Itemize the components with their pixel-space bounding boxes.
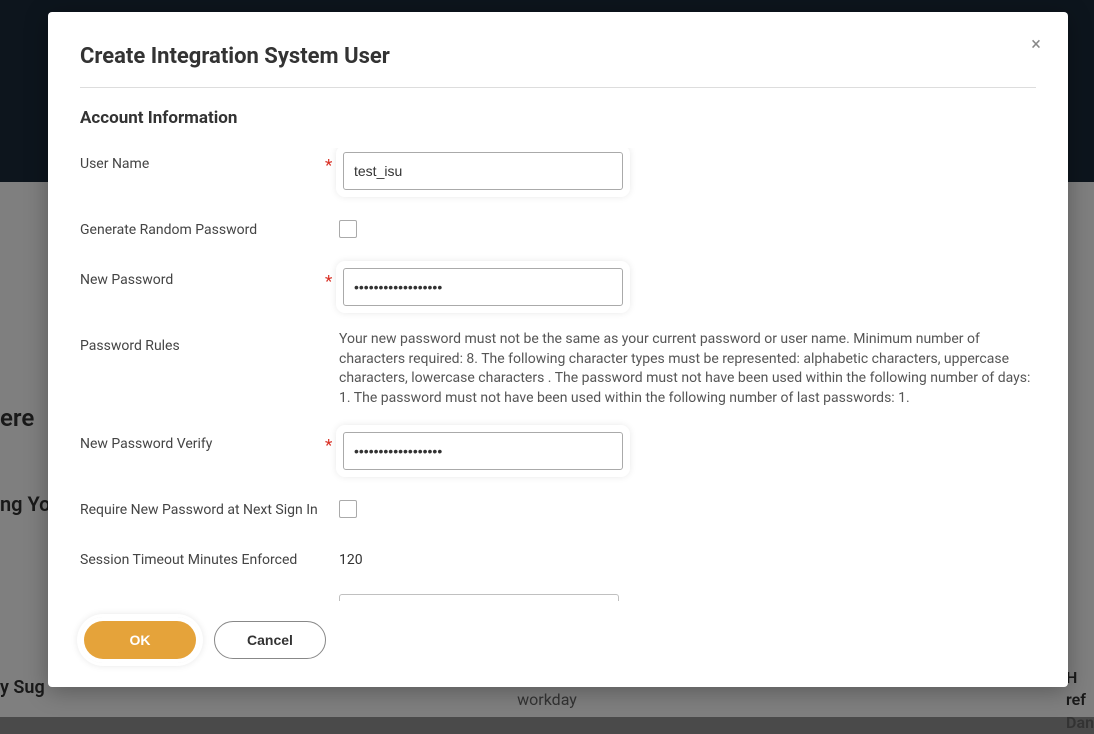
new-password-input[interactable] [343, 268, 623, 306]
new-password-verify-label: New Password Verify [80, 428, 325, 452]
modal-title: Create Integration System User [80, 44, 1036, 69]
username-label: User Name [80, 148, 325, 172]
close-icon: × [1031, 34, 1041, 55]
required-asterisk-icon: * [325, 428, 339, 455]
divider [80, 87, 1036, 88]
generate-random-password-checkbox[interactable] [339, 220, 357, 238]
section-title-account-info: Account Information [80, 108, 1036, 128]
create-isu-modal: × Create Integration System User Account… [48, 12, 1068, 687]
require-new-password-checkbox[interactable] [339, 500, 357, 518]
generate-random-password-label: Generate Random Password [80, 214, 325, 238]
required-asterisk-icon: * [325, 264, 339, 291]
username-input[interactable] [343, 152, 623, 190]
require-new-password-label: Require New Password at Next Sign In [80, 494, 325, 518]
session-timeout-enforced-label: Session Timeout Minutes Enforced [80, 544, 325, 568]
new-password-label: New Password [80, 264, 325, 288]
ok-button[interactable]: OK [84, 621, 196, 659]
close-button[interactable]: × [1024, 32, 1048, 56]
modal-footer: OK Cancel [80, 601, 1036, 663]
new-password-verify-input[interactable] [343, 432, 623, 470]
required-asterisk-icon: * [325, 148, 339, 175]
session-timeout-minutes-label: Session Timeout Minutes [80, 594, 325, 601]
session-timeout-enforced-value: 120 [339, 544, 1036, 568]
cancel-button[interactable]: Cancel [214, 621, 326, 659]
password-rules-text: Your new password must not be the same a… [339, 330, 1036, 408]
password-rules-label: Password Rules [80, 330, 325, 354]
session-timeout-minutes-input[interactable] [339, 594, 619, 601]
